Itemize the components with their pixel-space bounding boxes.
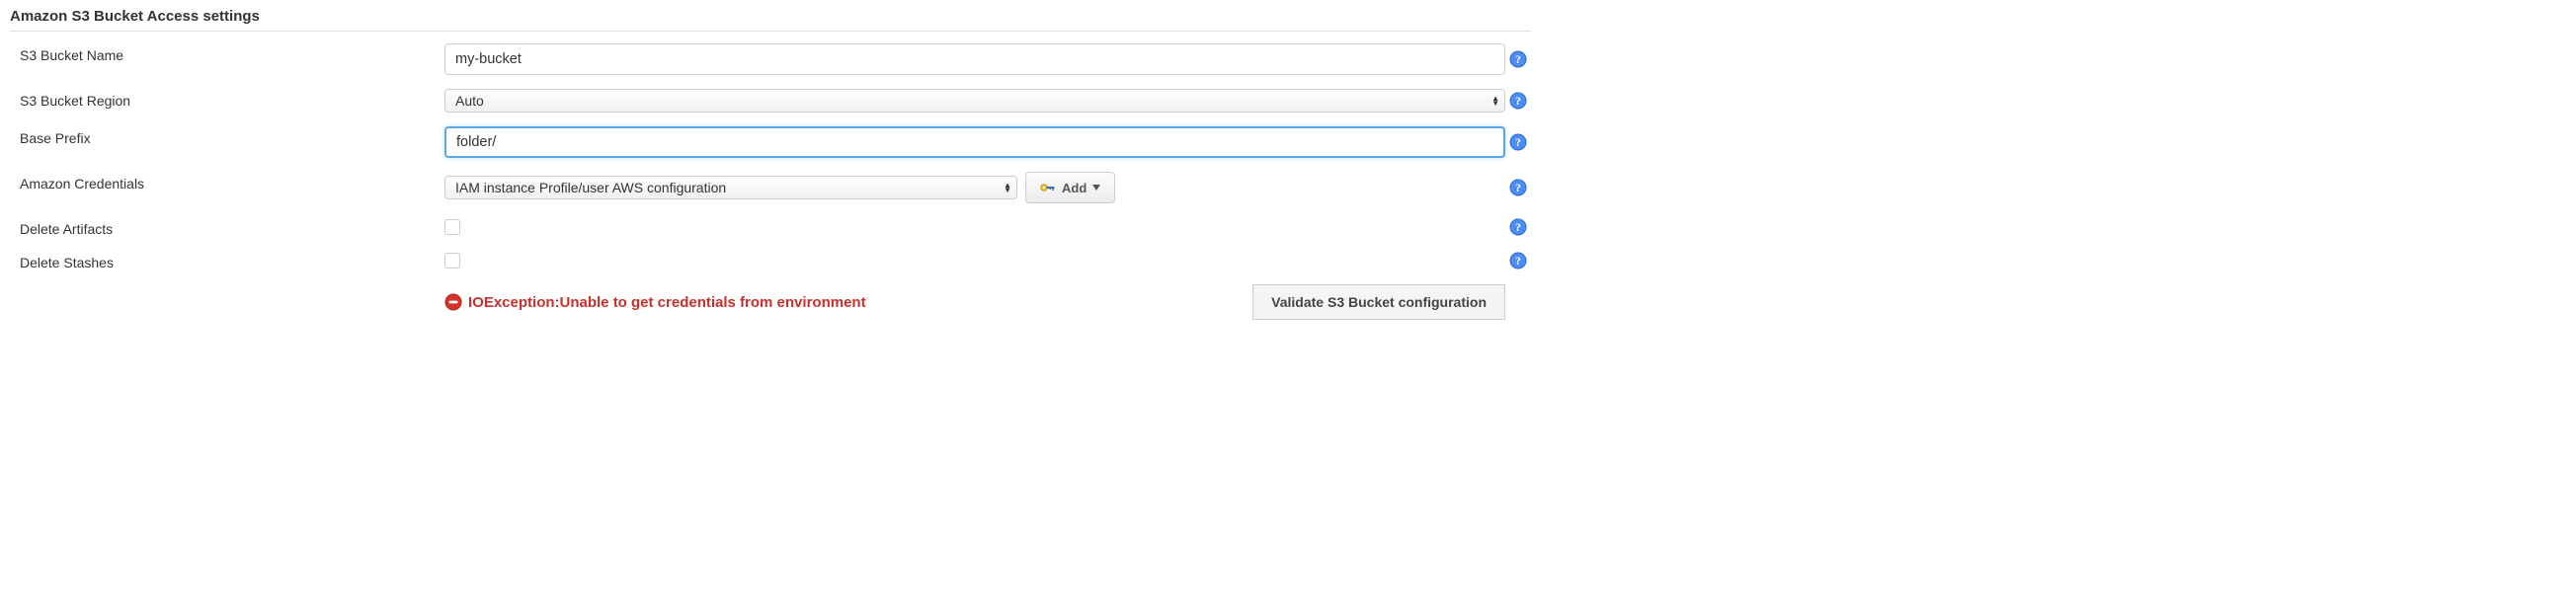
label-base-prefix: Base Prefix	[20, 126, 444, 146]
help-icon[interactable]: ?	[1509, 92, 1527, 110]
add-button-label: Add	[1062, 181, 1087, 195]
section-title: Amazon S3 Bucket Access settings	[10, 8, 1531, 32]
error-message: IOException:Unable to get credentials fr…	[444, 293, 866, 311]
row-base-prefix: Base Prefix ?	[10, 126, 1531, 158]
label-bucket-name: S3 Bucket Name	[20, 43, 444, 63]
svg-text:?: ?	[1515, 181, 1521, 194]
label-delete-artifacts: Delete Artifacts	[20, 217, 444, 237]
row-delete-stashes: Delete Stashes ?	[10, 251, 1531, 270]
row-credentials: Amazon Credentials IAM instance Profile/…	[10, 172, 1531, 203]
help-icon[interactable]: ?	[1509, 218, 1527, 236]
svg-text:?: ?	[1515, 94, 1521, 108]
help-icon[interactable]: ?	[1509, 133, 1527, 151]
checkbox-delete-stashes[interactable]	[444, 253, 460, 269]
row-bucket-name: S3 Bucket Name ?	[10, 43, 1531, 75]
key-icon	[1040, 182, 1056, 193]
row-delete-artifacts: Delete Artifacts ?	[10, 217, 1531, 237]
select-credentials[interactable]: IAM instance Profile/user AWS configurat…	[444, 176, 1017, 199]
row-bucket-region: S3 Bucket Region Auto ▲▼ ?	[10, 89, 1531, 113]
validate-button[interactable]: Validate S3 Bucket configuration	[1252, 284, 1505, 320]
input-bucket-name[interactable]	[444, 43, 1505, 75]
label-delete-stashes: Delete Stashes	[20, 251, 444, 270]
svg-text:?: ?	[1515, 220, 1521, 234]
help-icon[interactable]: ?	[1509, 252, 1527, 269]
label-credentials: Amazon Credentials	[20, 172, 444, 192]
caret-down-icon	[1092, 185, 1100, 191]
checkbox-delete-artifacts[interactable]	[444, 219, 460, 235]
input-base-prefix[interactable]	[444, 126, 1505, 158]
error-text: IOException:Unable to get credentials fr…	[468, 294, 866, 311]
help-icon[interactable]: ?	[1509, 179, 1527, 196]
add-credentials-button[interactable]: Add	[1025, 172, 1115, 203]
svg-text:?: ?	[1515, 135, 1521, 149]
label-bucket-region: S3 Bucket Region	[20, 89, 444, 109]
svg-text:?: ?	[1515, 52, 1521, 66]
help-icon[interactable]: ?	[1509, 50, 1527, 68]
svg-text:?: ?	[1515, 254, 1521, 268]
error-icon	[444, 293, 462, 311]
select-bucket-region[interactable]: Auto	[444, 89, 1505, 113]
row-validation: IOException:Unable to get credentials fr…	[10, 284, 1531, 320]
